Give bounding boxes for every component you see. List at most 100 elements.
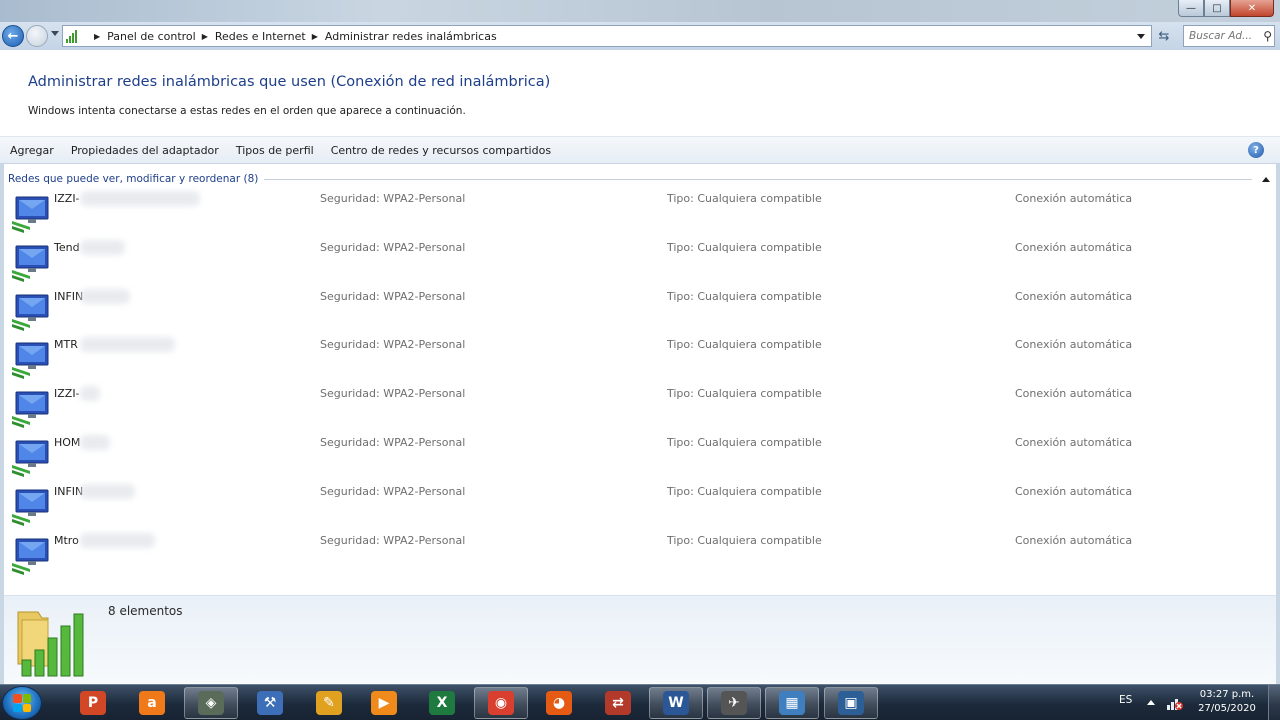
search-input[interactable] — [1189, 30, 1259, 42]
network-connection-mode: Conexión automática — [1015, 533, 1133, 547]
network-signal-icon — [66, 29, 84, 43]
adapter-properties-button[interactable]: Propiedades del adaptador — [62, 144, 227, 157]
search-box[interactable]: ⚲ — [1183, 25, 1275, 47]
network-row[interactable]: Mtro Seguridad: WPA2-Personal Tipo: Cualqu… — [4, 531, 1276, 580]
collapse-icon[interactable] — [1262, 176, 1270, 182]
maximize-button[interactable]: □ — [1204, 0, 1230, 17]
network-status-icon[interactable] — [1166, 693, 1184, 711]
network-type: Tipo: Cualquiera compatible — [667, 436, 822, 449]
network-security: Seguridad: WPA2-Personal — [320, 387, 466, 401]
page-subtitle: Windows intenta conectarse a estas redes… — [28, 105, 466, 117]
chevron-right-icon[interactable]: ▶ — [94, 32, 100, 41]
address-bar[interactable]: ▶ Panel de control ▶ Redes e Internet ▶ … — [62, 25, 1152, 47]
network-connection-mode: Conexión automática — [1015, 387, 1133, 401]
taskbar-app-filezilla[interactable]: ⇄ — [591, 687, 645, 719]
network-center-link[interactable]: Centro de redes y recursos compartidos — [322, 144, 559, 157]
network-group-header[interactable]: Redes que puede ver, modificar y reorden… — [4, 170, 1276, 188]
network-icon: ✈ — [721, 691, 747, 715]
wireless-folder-icon — [17, 611, 84, 677]
back-button[interactable]: ← — [2, 25, 24, 47]
taskbar-app-powerpoint[interactable]: P — [66, 687, 120, 719]
taskbar-app-firefox[interactable]: ◕ — [532, 687, 586, 719]
network-type: Tipo: Cualquiera compatible — [667, 533, 822, 547]
taskbar-app-network[interactable]: ✈ — [707, 687, 761, 719]
show-desktop-button[interactable] — [1268, 685, 1280, 720]
breadcrumb-redes-e-internet[interactable]: Redes e Internet — [215, 30, 306, 43]
wireless-network-icon — [12, 294, 49, 331]
address-dropdown-icon[interactable] — [1137, 34, 1145, 39]
virtualbox-icon: ◈ — [198, 691, 224, 715]
network-security: Seguridad: WPA2-Personal — [320, 436, 466, 449]
chevron-right-icon[interactable]: ▶ — [312, 32, 318, 41]
network-connection-mode: Conexión automática — [1015, 192, 1133, 205]
network-row[interactable]: INFIN Seguridad: WPA2-Personal Tipo: Cualq… — [4, 482, 1276, 531]
language-indicator[interactable]: ES — [1119, 694, 1132, 706]
group-divider — [264, 178, 1252, 180]
redacted-name — [80, 337, 175, 353]
taskbar-app-explorer[interactable]: ▣ — [824, 687, 878, 719]
wireless-network-icon — [12, 196, 49, 233]
taskbar-app-control-panel[interactable]: ▦ — [765, 687, 819, 719]
taskbar-app-virtualbox[interactable]: ◈ — [184, 687, 238, 719]
network-row[interactable]: IZZI- Seguridad: WPA2-Personal Tipo: Cualq… — [4, 189, 1276, 238]
network-type: Tipo: Cualquiera compatible — [667, 289, 822, 303]
network-security: Seguridad: WPA2-Personal — [320, 240, 466, 254]
network-row[interactable]: HOM Seguridad: WPA2-Personal Tipo: Cualqui… — [4, 433, 1276, 482]
taskbar-app-word[interactable]: W — [649, 687, 703, 719]
profile-types-button[interactable]: Tipos de perfil — [227, 144, 322, 157]
search-icon[interactable]: ⚲ — [1263, 29, 1272, 43]
network-row[interactable]: MTR Seguridad: WPA2-Personal Tipo: Cualqui… — [4, 335, 1276, 384]
group-label: Redes que puede ver, modificar y reorden… — [8, 173, 259, 185]
taskbar-app-tool[interactable]: ⚒ — [243, 687, 297, 719]
excel-icon: X — [429, 691, 455, 715]
network-name: INFIN — [54, 484, 84, 498]
network-name: IZZI- — [54, 192, 80, 205]
back-arrow-icon: ← — [7, 28, 19, 44]
minimize-button[interactable]: — — [1178, 0, 1204, 17]
window-controls: — □ ✕ — [1178, 0, 1274, 18]
tool-icon: ⚒ — [257, 691, 283, 715]
network-type: Tipo: Cualquiera compatible — [667, 338, 822, 352]
breadcrumb-administrar-redes[interactable]: Administrar redes inalámbricas — [325, 30, 497, 43]
network-row[interactable]: IZZI- Seguridad: WPA2-Personal Tipo: Cualq… — [4, 384, 1276, 433]
clock[interactable]: 03:27 p.m. 27/05/2020 — [1192, 688, 1262, 716]
command-bar: Agregar Propiedades del adaptador Tipos … — [0, 136, 1280, 164]
taskbar-app-illustrator[interactable]: ✎ — [302, 687, 356, 719]
chevron-right-icon[interactable]: ▶ — [202, 32, 208, 41]
taskbar-app-media[interactable]: ▶ — [357, 687, 411, 719]
network-name: IZZI- — [54, 387, 80, 401]
network-security: Seguridad: WPA2-Personal — [320, 289, 466, 303]
network-row[interactable]: Tend Seguridad: WPA2-Personal Tipo: Cualqu… — [4, 238, 1276, 287]
network-connection-mode: Conexión automática — [1015, 240, 1133, 254]
network-security: Seguridad: WPA2-Personal — [320, 533, 466, 547]
breadcrumb-panel-de-control[interactable]: Panel de control — [107, 30, 196, 43]
add-button[interactable]: Agregar — [0, 144, 62, 157]
network-type: Tipo: Cualquiera compatible — [667, 387, 822, 401]
refresh-button[interactable]: ⇆ — [1154, 27, 1174, 45]
redacted-name — [80, 483, 135, 499]
recent-pages-dropdown[interactable] — [51, 31, 59, 36]
taskbar-app-chrome[interactable]: ◉ — [474, 687, 528, 719]
taskbar-app-excel[interactable]: X — [415, 687, 469, 719]
network-name: INFIN — [54, 289, 84, 303]
network-list: IZZI- Seguridad: WPA2-Personal Tipo: Cualq… — [4, 189, 1276, 595]
wireless-network-icon — [12, 538, 49, 575]
show-hidden-icons-icon[interactable] — [1147, 700, 1155, 705]
word-icon: W — [663, 691, 689, 715]
network-row[interactable]: INFIN Seguridad: WPA2-Personal Tipo: Cualq… — [4, 287, 1276, 336]
control-panel-icon: ▦ — [779, 691, 805, 715]
help-icon[interactable]: ? — [1248, 142, 1264, 158]
details-pane: 8 elementos — [4, 595, 1276, 683]
redacted-name — [80, 435, 110, 450]
wireless-network-icon — [12, 391, 49, 429]
wireless-network-icon — [12, 245, 49, 282]
network-name: MTR — [54, 338, 78, 352]
start-button[interactable] — [2, 686, 42, 720]
close-button[interactable]: ✕ — [1230, 0, 1274, 17]
powerpoint-icon: P — [80, 691, 106, 715]
taskbar-app-avast[interactable]: a — [125, 687, 179, 719]
redacted-name — [80, 288, 130, 304]
forward-button[interactable] — [26, 25, 48, 47]
network-type: Tipo: Cualquiera compatible — [667, 240, 822, 254]
explorer-icon: ▣ — [838, 691, 864, 715]
